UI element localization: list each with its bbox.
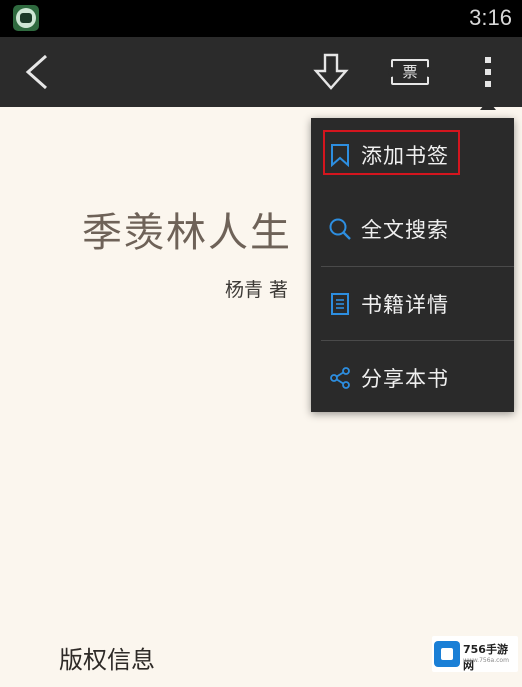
book-app-icon <box>13 5 39 31</box>
menu-item-book-details[interactable]: 书籍详情 <box>311 267 514 340</box>
menu-item-label: 分享本书 <box>361 366 449 391</box>
chevron-left-icon <box>25 54 47 90</box>
menu-item-fulltext-search[interactable]: 全文搜索 <box>311 192 514 265</box>
watermark-icon <box>434 641 460 667</box>
menu-item-add-bookmark[interactable]: 添加书签 <box>311 118 514 191</box>
back-button[interactable] <box>14 37 60 107</box>
share-icon <box>327 365 353 391</box>
reader-toolbar: 票 <box>0 37 522 107</box>
more-options-button[interactable] <box>468 37 508 107</box>
menu-item-label: 全文搜索 <box>361 217 449 242</box>
download-arrow-icon <box>313 53 349 90</box>
status-bar: 3:16 <box>0 0 522 37</box>
copyright-heading: 版权信息 <box>59 646 155 674</box>
menu-item-share-book[interactable]: 分享本书 <box>311 341 514 414</box>
overflow-menu: 添加书签 全文搜索 书籍详情 分享本书 <box>311 118 514 412</box>
more-vertical-icon <box>485 57 491 87</box>
status-time: 3:16 <box>469 5 512 30</box>
watermark-url: www.756a.com <box>463 657 509 664</box>
ticket-button[interactable]: 票 <box>386 37 434 107</box>
search-icon <box>327 216 353 242</box>
document-icon <box>327 291 353 317</box>
book-title: 季羡林人生 <box>82 210 292 256</box>
highlight-box <box>323 130 460 175</box>
menu-item-label: 书籍详情 <box>361 292 449 317</box>
book-author: 杨青 著 <box>225 279 289 301</box>
ticket-icon: 票 <box>388 59 432 85</box>
menu-pointer <box>480 100 496 110</box>
watermark-logo: 756手游网 www.756a.com <box>432 636 518 672</box>
download-button[interactable] <box>308 37 354 107</box>
